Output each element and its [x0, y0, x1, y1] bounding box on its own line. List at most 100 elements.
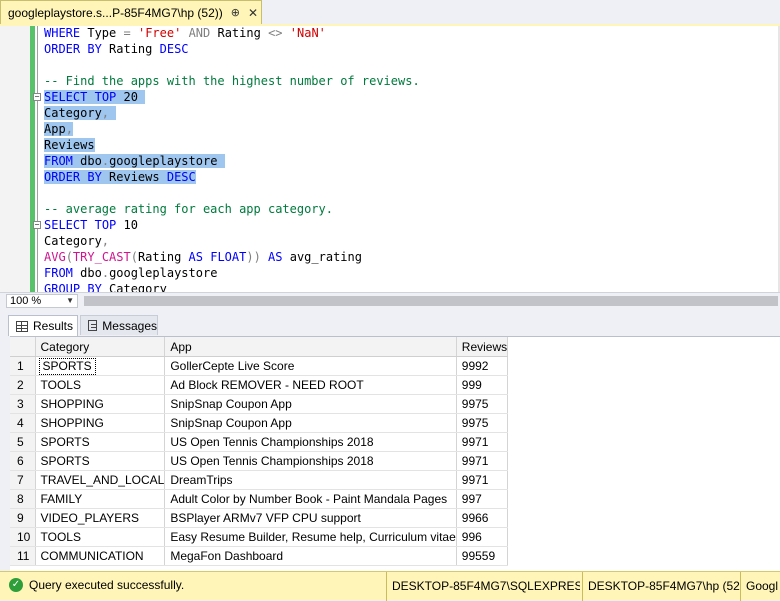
reviews-cell[interactable]: 999	[456, 375, 509, 395]
app-cell[interactable]: US Open Tennis Championships 2018	[164, 432, 457, 452]
query-tab-title: googleplaystore.s...P-85F4MG7\hp (52))	[8, 5, 223, 20]
code-line: -- Find the apps with the highest number…	[44, 74, 420, 88]
success-check-icon: ✓	[9, 578, 23, 592]
scrollbar-thumb[interactable]	[84, 296, 778, 306]
row-number-cell[interactable]: 11	[10, 546, 36, 566]
document-tabstrip: googleplaystore.s...P-85F4MG7\hp (52)) ⊕…	[0, 0, 780, 26]
results-grid[interactable]: Category App Reviews 1 SPORTS GollerCepte …	[10, 336, 780, 572]
row-number-cell[interactable]: 7	[10, 470, 36, 490]
app-cell[interactable]: BSPlayer ARMv7 VFP CPU support	[164, 508, 457, 528]
app-cell[interactable]: SnipSnap Coupon App	[164, 394, 457, 414]
app-cell[interactable]: SnipSnap Coupon App	[164, 413, 457, 433]
results-body: 1 SPORTS GollerCepte Live Score 9992 2 TOOLS A…	[10, 356, 509, 566]
app-cell[interactable]: Easy Resume Builder, Resume help, Curric…	[164, 527, 457, 547]
table-row[interactable]: 4 SHOPPING SnipSnap Coupon App 9975	[10, 413, 509, 433]
table-row[interactable]: 11 COMMUNICATION MegaFon Dashboard 99559	[10, 546, 509, 566]
table-row[interactable]: 8 FAMILY Adult Color by Number Book - Pain…	[10, 489, 509, 509]
table-row[interactable]: 5 SPORTS US Open Tennis Championships 2018…	[10, 432, 509, 452]
app-cell[interactable]: Ad Block REMOVER - NEED ROOT	[164, 375, 457, 395]
reviews-cell[interactable]: 996	[456, 527, 509, 547]
code-line: Reviews	[44, 138, 95, 152]
code-line: -- average rating for each app category.	[44, 202, 333, 216]
close-icon[interactable]: ✕	[248, 6, 258, 20]
query-editor[interactable]: − − WHERE Type = 'Free' AND Rating <> 'N…	[0, 26, 780, 292]
row-number-cell[interactable]: 5	[10, 432, 36, 452]
row-number-cell[interactable]: 6	[10, 451, 36, 471]
reviews-cell[interactable]: 997	[456, 489, 509, 509]
column-header-app[interactable]: App	[164, 337, 457, 357]
chevron-down-icon: ▼	[66, 296, 74, 305]
status-message: Query executed successfully.	[29, 578, 185, 592]
category-cell[interactable]: SHOPPING	[35, 394, 166, 414]
column-header-reviews[interactable]: Reviews	[456, 337, 509, 357]
row-number-cell[interactable]: 4	[10, 413, 36, 433]
reviews-cell[interactable]: 9971	[456, 432, 509, 452]
table-row[interactable]: 2 TOOLS Ad Block REMOVER - NEED ROOT 999	[10, 375, 509, 395]
tab-messages[interactable]: Messages	[80, 315, 158, 335]
row-number-cell[interactable]: 3	[10, 394, 36, 414]
status-bar: ✓ Query executed successfully. DESKTOP-8…	[0, 571, 780, 601]
reviews-cell[interactable]: 99559	[456, 546, 509, 566]
table-row[interactable]: 1 SPORTS GollerCepte Live Score 9992	[10, 356, 509, 376]
code-line: FROM dbo.googleplaystore	[44, 153, 420, 169]
reviews-cell[interactable]: 9975	[456, 413, 509, 433]
reviews-cell[interactable]: 9975	[456, 394, 509, 414]
tab-results[interactable]: Results	[8, 315, 78, 336]
category-cell[interactable]: SHOPPING	[35, 413, 166, 433]
tab-messages-label: Messages	[102, 318, 157, 333]
app-cell[interactable]: DreamTrips	[164, 470, 457, 490]
table-row[interactable]: 9 VIDEO_PLAYERS BSPlayer ARMv7 VFP CPU sup…	[10, 508, 509, 528]
row-number-cell[interactable]: 10	[10, 527, 36, 547]
category-cell[interactable]: SPORTS	[35, 432, 166, 452]
code-line: AVG(TRY_CAST(Rating AS FLOAT)) AS avg_ra…	[44, 250, 362, 264]
code-line: App,	[44, 122, 73, 136]
category-cell[interactable]: VIDEO_PLAYERS	[35, 508, 166, 528]
results-table: Category App Reviews 1 SPORTS GollerCepte …	[10, 337, 509, 566]
column-header-category[interactable]: Category	[35, 337, 166, 357]
category-cell[interactable]: SPORTS	[35, 451, 166, 471]
app-cell[interactable]: US Open Tennis Championships 2018	[164, 451, 457, 471]
query-document-tab[interactable]: googleplaystore.s...P-85F4MG7\hp (52)) ⊕…	[0, 0, 262, 24]
tab-results-label: Results	[33, 319, 74, 333]
row-number-cell[interactable]: 1	[10, 356, 36, 376]
zoom-bar: 100 % ▼	[0, 292, 780, 309]
status-user: DESKTOP-85F4MG7\hp (52)	[582, 572, 740, 601]
header-row: Category App Reviews	[10, 337, 509, 357]
row-number-header[interactable]	[10, 337, 36, 357]
code-line: WHERE Type = 'Free' AND Rating <> 'NaN'	[44, 26, 326, 40]
code-line: Category,	[44, 234, 110, 248]
change-tracking-bar	[30, 26, 35, 292]
sql-code: WHERE Type = 'Free' AND Rating <> 'NaN' …	[44, 26, 420, 292]
code-line: GROUP BY Category	[44, 282, 167, 292]
table-row[interactable]: 7 TRAVEL_AND_LOCAL DreamTrips 9971	[10, 470, 509, 490]
pin-icon[interactable]: ⊕	[231, 6, 240, 19]
fold-toggle-icon[interactable]: −	[33, 221, 41, 229]
category-cell[interactable]: COMMUNICATION	[35, 546, 166, 566]
row-number-cell[interactable]: 2	[10, 375, 36, 395]
table-row[interactable]: 10 TOOLS Easy Resume Builder, Resume help,…	[10, 527, 509, 547]
row-number-cell[interactable]: 9	[10, 508, 36, 528]
reviews-cell[interactable]: 9971	[456, 470, 509, 490]
app-cell[interactable]: GollerCepte Live Score	[164, 356, 457, 376]
zoom-level-select[interactable]: 100 % ▼	[6, 294, 78, 308]
app-cell[interactable]: Adult Color by Number Book - Paint Manda…	[164, 489, 457, 509]
row-number-cell[interactable]: 8	[10, 489, 36, 509]
fold-toggle-icon[interactable]: −	[33, 93, 41, 101]
category-cell[interactable]: TOOLS	[35, 527, 166, 547]
category-cell[interactable]: FAMILY	[35, 489, 166, 509]
category-cell[interactable]: SPORTS	[35, 356, 166, 376]
line-gutter	[0, 26, 30, 292]
table-row[interactable]: 6 SPORTS US Open Tennis Championships 2018…	[10, 451, 509, 471]
messages-icon	[88, 320, 98, 331]
status-server: DESKTOP-85F4MG7\SQLEXPRESS ...	[386, 572, 580, 601]
table-row[interactable]: 3 SHOPPING SnipSnap Coupon App 9975	[10, 394, 509, 414]
reviews-cell[interactable]: 9971	[456, 451, 509, 471]
app-cell[interactable]: MegaFon Dashboard	[164, 546, 457, 566]
reviews-cell[interactable]: 9966	[456, 508, 509, 528]
reviews-cell[interactable]: 9992	[456, 356, 509, 376]
category-cell[interactable]: TRAVEL_AND_LOCAL	[35, 470, 166, 490]
outline-line	[37, 26, 38, 292]
category-cell[interactable]: TOOLS	[35, 375, 166, 395]
results-panel: Results Messages Category App Reviews 1S…	[0, 309, 780, 572]
